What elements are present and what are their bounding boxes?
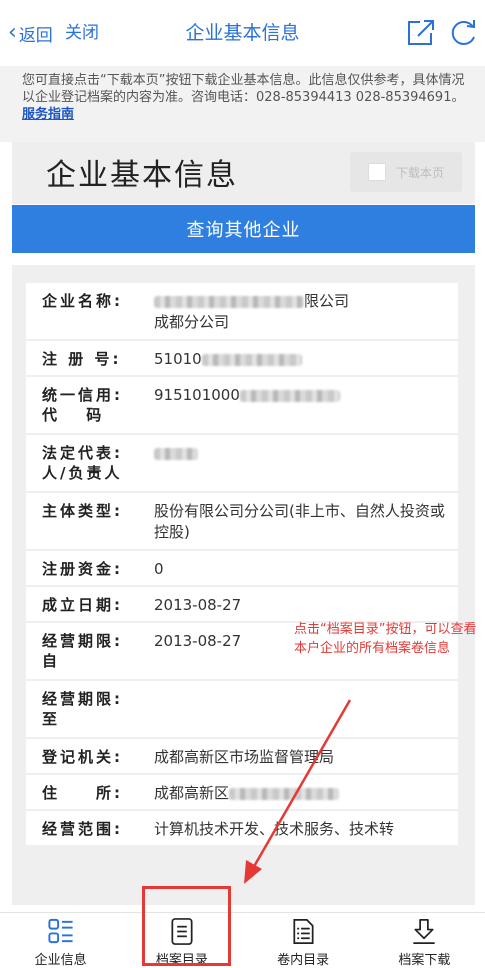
notice-text: 您可直接点击“下载本页”按钮下载企业基本信息。此信息仅供参考，具体情况以企业登记…	[0, 66, 485, 142]
row-authority: 登记机关: 成都高新区市场监督管理局	[26, 739, 458, 775]
address-label: 住 所:	[42, 784, 123, 802]
nav-bar: ‹ 返回 关闭 企业基本信息	[0, 0, 485, 66]
query-other-company-button[interactable]: 查询其他企业	[12, 205, 475, 253]
download-page-button[interactable]: 下载本页	[350, 152, 462, 192]
annotation-text: 点击“档案目录”按钮，可以查看本户企业的所有档案卷信息	[294, 622, 477, 656]
redacted-text	[154, 295, 304, 308]
heading-bar: 企业基本信息 下载本页	[12, 142, 475, 204]
established-value: 2013-08-27	[154, 596, 242, 614]
bottom-tab-bar: 企业信息 档案目录 卷内目录 档案下载	[0, 912, 485, 968]
row-credit-code: 统一信用: 代 码 915101000	[26, 377, 458, 435]
checklist-icon	[293, 919, 314, 944]
scope-value: 计算机技术开发、技术服务、技术转	[154, 820, 395, 838]
tab-archive-catalog[interactable]: 档案目录	[121, 913, 242, 968]
info-panel: 企业名称: 限公司 成都分公司 注 册 号: 51010 统一信用: 代 码 91…	[12, 265, 475, 905]
credit-code-label: 统一信用: 代 码	[42, 386, 123, 424]
row-term-to: 经营期限: 至	[26, 681, 458, 739]
info-table: 企业名称: 限公司 成都分公司 注 册 号: 51010 统一信用: 代 码 91…	[26, 283, 458, 847]
term-from-label: 经营期限: 自	[42, 632, 123, 670]
redacted-text	[201, 353, 302, 366]
company-name-label: 企业名称:	[42, 292, 123, 310]
tab-volume-catalog[interactable]: 卷内目录	[243, 913, 364, 968]
tab-archive-download[interactable]: 档案下载	[364, 913, 485, 968]
service-guide-link[interactable]: 服务指南	[22, 107, 74, 122]
download-icon	[413, 919, 436, 944]
section-heading: 企业基本信息	[46, 158, 238, 193]
reg-no-label: 注 册 号:	[42, 350, 122, 368]
back-button[interactable]: ‹ 返回	[8, 20, 53, 46]
refresh-icon[interactable]	[447, 17, 479, 49]
tab-label: 档案目录	[155, 953, 208, 968]
notice-body: 您可直接点击“下载本页”按钮下载企业基本信息。此信息仅供参考，具体情况以企业登记…	[22, 73, 465, 105]
document-lines-icon	[171, 918, 193, 945]
legal-rep-label: 法定代表: 人/负责人	[42, 444, 123, 482]
row-company-name: 企业名称: 限公司 成都分公司	[26, 283, 458, 341]
tab-label: 企业信息	[34, 953, 87, 968]
row-scope: 经营范围: 计算机技术开发、技术服务、技术转	[26, 811, 458, 847]
redacted-text	[154, 447, 198, 460]
chevron-left-icon: ‹	[8, 20, 17, 45]
authority-label: 登记机关:	[42, 748, 123, 766]
company-name-value: 限公司 成都分公司	[154, 292, 350, 331]
authority-value: 成都高新区市场监督管理局	[154, 748, 335, 766]
capital-label: 注册资金:	[42, 560, 123, 578]
capital-value: 0	[154, 560, 164, 578]
row-address: 住 所: 成都高新区	[26, 775, 458, 811]
redacted-text	[239, 389, 340, 402]
row-legal-rep: 法定代表: 人/负责人	[26, 435, 458, 493]
credit-code-value: 915101000	[154, 377, 458, 433]
close-button[interactable]: 关闭	[65, 20, 99, 46]
scope-label: 经营范围:	[42, 820, 123, 838]
row-reg-no: 注 册 号: 51010	[26, 341, 458, 377]
tab-company-info[interactable]: 企业信息	[0, 913, 121, 968]
term-to-label: 经营期限: 至	[42, 690, 123, 728]
list-grid-icon	[48, 918, 73, 944]
share-icon[interactable]	[405, 17, 437, 49]
tab-label: 卷内目录	[277, 953, 330, 968]
entity-type-value: 股份有限公司分公司(非上市、自然人投资或控股)	[154, 502, 445, 541]
checkbox-icon	[367, 163, 386, 181]
row-capital: 注册资金: 0	[26, 551, 458, 587]
redacted-text	[229, 787, 340, 800]
row-established: 成立日期: 2013-08-27	[26, 587, 458, 623]
entity-type-label: 主体类型:	[42, 502, 123, 520]
back-label: 返回	[18, 25, 53, 46]
row-entity-type: 主体类型: 股份有限公司分公司(非上市、自然人投资或控股)	[26, 493, 458, 551]
reg-no-value: 51010	[154, 341, 458, 375]
term-to-value	[154, 681, 458, 737]
download-page-label: 下载本页	[395, 165, 444, 180]
established-label: 成立日期:	[42, 596, 123, 614]
legal-rep-value	[154, 435, 458, 491]
address-value: 成都高新区	[154, 775, 458, 809]
tab-label: 档案下载	[398, 953, 451, 968]
